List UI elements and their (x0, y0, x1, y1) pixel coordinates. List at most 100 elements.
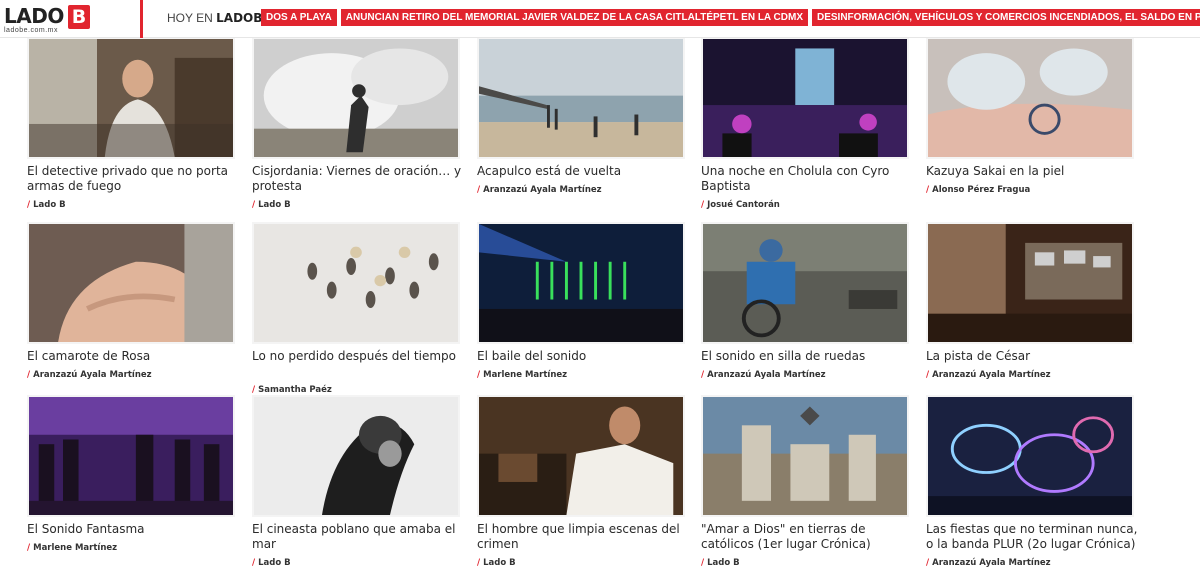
article-title[interactable]: El sonido en silla de ruedas (701, 349, 913, 364)
author-slash: / (477, 370, 481, 380)
article-thumbnail[interactable] (477, 395, 685, 517)
article-author[interactable]: / Lado B (27, 200, 66, 210)
photo-beach-pier (479, 39, 683, 157)
article-title[interactable]: El cineasta poblano que amaba el mar (252, 522, 464, 551)
article-author[interactable]: / Alonso Pérez Fragua (926, 185, 1030, 195)
article-thumbnail[interactable] (27, 222, 235, 344)
author-slash: / (701, 200, 705, 210)
article-thumbnail[interactable] (926, 395, 1134, 517)
article-author[interactable]: / Aranzazú Ayala Martínez (701, 370, 826, 380)
article-title[interactable]: Lo no perdido después del tiempo (252, 349, 464, 364)
hoy-label: HOY EN (167, 11, 213, 25)
article-author[interactable]: / Lado B (252, 200, 291, 210)
article-thumbnail[interactable] (477, 222, 685, 344)
photo-skulls-wall (254, 224, 458, 342)
article-title[interactable]: El camarote de Rosa (27, 349, 239, 364)
ticker-item[interactable]: ANUNCIAN RETIRO DEL MEMORIAL JAVIER VALD… (340, 9, 808, 26)
author-slash: / (252, 200, 256, 210)
article-thumbnail[interactable] (252, 37, 460, 159)
article-author[interactable]: / Marlene Martínez (27, 543, 117, 553)
photo-hands (29, 224, 233, 342)
author-name: Alonso Pérez Fragua (932, 185, 1031, 195)
author-name: Lado B (707, 558, 740, 568)
article-author[interactable]: / Marlene Martínez (477, 370, 567, 380)
news-ticker: DOS A PLAYA ANUNCIAN RETIRO DEL MEMORIAL … (261, 9, 1200, 26)
photo-tattoo (928, 39, 1132, 157)
author-slash: / (926, 558, 930, 568)
article-title[interactable]: "Amar a Dios" en tierras de católicos (1… (701, 522, 913, 551)
header-divider (140, 0, 143, 38)
photo-dance-lights (479, 224, 683, 342)
photo-filmmaker (254, 397, 458, 515)
author-name: Lado B (483, 558, 516, 568)
author-slash: / (477, 185, 481, 195)
author-name: Aranzazú Ayala Martínez (707, 370, 826, 380)
ticker-item[interactable]: DESINFORMACIÓN, VEHÍCULOS Y COMERCIOS IN… (812, 9, 1200, 26)
author-slash: / (926, 370, 930, 380)
article-title[interactable]: Una noche en Cholula con Cyro Baptista (701, 164, 913, 193)
ticker-item[interactable]: DOS A PLAYA (261, 9, 337, 26)
photo-concert (703, 39, 907, 157)
author-name: Lado B (258, 200, 291, 210)
logo-domain: ladobe.com.mx (4, 27, 58, 34)
site-header: LADO B ladobe.com.mx HOY EN LADOB DOS A … (0, 0, 1200, 38)
article-author[interactable]: / Samantha Paéz (252, 385, 332, 395)
photo-light-painting (928, 397, 1132, 515)
article-thumbnail[interactable] (926, 222, 1134, 344)
photo-cemetery (703, 397, 907, 515)
author-slash: / (926, 185, 930, 195)
author-slash: / (477, 558, 481, 568)
article-title[interactable]: El hombre que limpia escenas del crimen (477, 522, 689, 551)
author-name: Aranzazú Ayala Martínez (33, 370, 152, 380)
article-thumbnail[interactable] (252, 395, 460, 517)
author-name: Marlene Martínez (483, 370, 568, 380)
author-name: Aranzazú Ayala Martínez (483, 185, 602, 195)
article-author[interactable]: / Aranzazú Ayala Martínez (926, 558, 1051, 568)
author-name: Lado B (258, 558, 291, 568)
author-slash: / (701, 370, 705, 380)
author-slash: / (252, 385, 256, 395)
article-thumbnail[interactable] (477, 37, 685, 159)
article-thumbnail[interactable] (701, 222, 909, 344)
article-thumbnail[interactable] (701, 37, 909, 159)
logo-letter-badge: B (68, 5, 90, 29)
photo-elderly-man (29, 39, 233, 157)
article-title[interactable]: Acapulco está de vuelta (477, 164, 689, 179)
article-author[interactable]: / Lado B (477, 558, 516, 568)
photo-dj-booth (928, 224, 1132, 342)
article-title[interactable]: Las fiestas que no terminan nunca, o la … (926, 522, 1138, 551)
article-author[interactable]: / Aranzazú Ayala Martínez (27, 370, 152, 380)
article-author[interactable]: / Lado B (701, 558, 740, 568)
site-logo[interactable]: LADO B ladobe.com.mx (2, 2, 142, 36)
author-name: Josué Cantorán (707, 200, 780, 210)
photo-cleaner (479, 397, 683, 515)
article-title[interactable]: La pista de César (926, 349, 1138, 364)
photo-protest-smoke (254, 39, 458, 157)
author-slash: / (27, 200, 31, 210)
logo-word: LADO (4, 4, 64, 28)
photo-wheelchair (703, 224, 907, 342)
article-title[interactable]: El baile del sonido (477, 349, 689, 364)
article-title[interactable]: El Sonido Fantasma (27, 522, 239, 537)
article-thumbnail[interactable] (926, 37, 1134, 159)
author-name: Aranzazú Ayala Martínez (932, 558, 1051, 568)
photo-dance-floor (29, 397, 233, 515)
article-thumbnail[interactable] (701, 395, 909, 517)
hoy-en-label: HOY EN LADOB (167, 11, 262, 25)
article-thumbnail[interactable] (27, 37, 235, 159)
article-title[interactable]: Cisjordania: Viernes de oración… y prote… (252, 164, 464, 193)
author-slash: / (27, 370, 31, 380)
article-author[interactable]: / Aranzazú Ayala Martínez (477, 185, 602, 195)
article-thumbnail[interactable] (27, 395, 235, 517)
author-name: Samantha Paéz (258, 385, 332, 395)
author-slash: / (27, 543, 31, 553)
author-name: Aranzazú Ayala Martínez (932, 370, 1051, 380)
author-name: Marlene Martínez (33, 543, 118, 553)
article-author[interactable]: / Aranzazú Ayala Martínez (926, 370, 1051, 380)
article-title[interactable]: El detective privado que no porta armas … (27, 164, 239, 193)
article-author[interactable]: / Lado B (252, 558, 291, 568)
article-author[interactable]: / Josué Cantorán (701, 200, 780, 210)
article-title[interactable]: Kazuya Sakai en la piel (926, 164, 1138, 179)
author-name: Lado B (33, 200, 66, 210)
article-thumbnail[interactable] (252, 222, 460, 344)
